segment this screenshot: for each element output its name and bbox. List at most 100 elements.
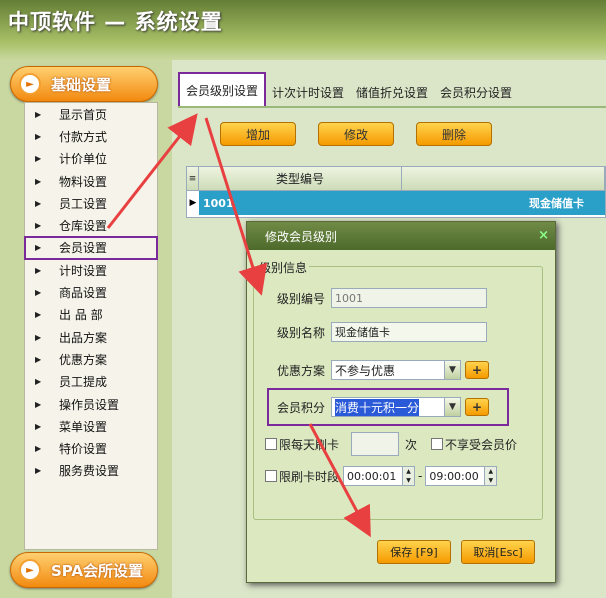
time-start-value: 00:00:01 — [347, 469, 397, 483]
menu-item[interactable]: ▶ 商品设置 — [25, 281, 157, 303]
arrow-right-icon: ▶ — [35, 176, 42, 186]
menu-item[interactable]: ▶ 操作员设置 — [25, 393, 157, 415]
save-button[interactable]: 保存 [F9] — [377, 540, 451, 564]
menu-item[interactable]: ▶ 会员设置 — [24, 235, 158, 261]
chevron-down-icon[interactable]: ▼ — [444, 398, 460, 416]
level-name-label: 级别名称 — [276, 325, 325, 340]
arrow-right-icon: ▶ — [35, 354, 42, 364]
arrow-right-icon: ▶ — [35, 154, 42, 164]
discount-value: 不参与优惠 — [335, 363, 396, 378]
menu-item-label: 员工提成 — [59, 375, 108, 390]
column-header-name[interactable] — [402, 167, 605, 190]
menu-item[interactable]: ▶ 员工提成 — [25, 371, 157, 393]
daily-limit-checkbox[interactable] — [265, 438, 277, 450]
menu-item-label: 物料设置 — [59, 174, 108, 189]
menu-item[interactable]: ▶ 显示首页 — [25, 103, 157, 125]
arrow-right-icon: ▶ — [35, 377, 42, 387]
menu-item-label: 员工设置 — [59, 196, 108, 211]
tab-member-level[interactable]: 会员级别设置 — [178, 72, 267, 106]
close-icon[interactable]: × — [538, 228, 549, 243]
level-table: ≡ 类型编号 ▶ 1001 现金储值卡 — [186, 166, 606, 218]
title-bar: 中顶软件 — 系统设置 — [0, 0, 606, 60]
menu-item[interactable]: ▶ 员工设置 — [25, 192, 157, 214]
time-limit-checkbox[interactable] — [265, 470, 277, 482]
level-code-label: 级别编号 — [276, 291, 325, 306]
basic-settings-button[interactable]: ► 基础设置 — [10, 66, 158, 102]
tab-bar: 会员级别设置 计次计时设置 储值折兑设置 会员积分设置 — [178, 72, 518, 106]
menu-item[interactable]: ▶ 优惠方案 — [25, 348, 157, 370]
daily-limit-unit: 次 — [405, 437, 418, 452]
table-header: ≡ 类型编号 — [187, 167, 605, 191]
chevron-down-icon[interactable]: ▼ — [444, 361, 460, 379]
tab-member-points[interactable]: 会员积分设置 — [434, 78, 518, 106]
column-header-code[interactable]: 类型编号 — [199, 167, 402, 190]
arrow-right-icon: ▶ — [35, 288, 42, 298]
menu-item[interactable]: ▶ 物料设置 — [25, 170, 157, 192]
cell-code: 1001 — [203, 196, 234, 210]
arrow-right-icon: ▶ — [35, 198, 42, 208]
arrow-right-icon: ▶ — [35, 421, 42, 431]
points-select[interactable]: 消费十元积一分 ▼ — [331, 397, 461, 417]
spa-settings-button[interactable]: ► SPA会所设置 — [10, 552, 158, 588]
menu-item[interactable]: ▶ 菜单设置 — [25, 415, 157, 437]
menu-item[interactable]: ▶ 特价设置 — [25, 437, 157, 459]
level-code-field[interactable]: 1001 — [331, 288, 487, 308]
spa-settings-label: SPA会所设置 — [51, 561, 144, 580]
daily-limit-label: 限每天刷卡 — [279, 437, 340, 452]
arrow-right-icon: ▶ — [35, 243, 42, 253]
discount-select[interactable]: 不参与优惠 ▼ — [331, 360, 461, 380]
menu-item[interactable]: ▶ 计价单位 — [25, 148, 157, 170]
menu-item-label: 出 品 部 — [59, 308, 103, 323]
menu-item[interactable]: ▶ 仓库设置 — [25, 214, 157, 236]
menu-item-label: 特价设置 — [59, 442, 108, 457]
edit-level-dialog: 修改会员级别 × 级别信息 级别编号 1001 级别名称 现金储值卡 优惠方案 … — [246, 221, 556, 583]
row-indicator-icon: ≡ — [187, 167, 199, 190]
delete-button[interactable]: 删除 — [416, 122, 492, 146]
settings-menu: ▶ 显示首页 ▶ 付款方式 ▶ 计价单位 ▶ 物料设置 ▶ 员工设置 ▶ 仓库设置 ▶ 会员设置 ▶ 计时设置… — [24, 102, 158, 550]
daily-limit-field[interactable] — [351, 432, 400, 456]
menu-item[interactable]: ▶ 付款方式 — [25, 125, 157, 147]
menu-item[interactable]: ▶ 出 品 部 — [25, 304, 157, 326]
menu-item-label: 计价单位 — [59, 152, 108, 167]
menu-item-label: 显示首页 — [59, 107, 108, 122]
menu-item[interactable]: ▶ 出品方案 — [25, 326, 157, 348]
menu-item-label: 会员设置 — [59, 241, 108, 256]
spinner-icon[interactable]: ▲ ▼ — [402, 467, 415, 485]
discount-label: 优惠方案 — [276, 363, 325, 378]
time-end-value: 09:00:00 — [429, 469, 479, 483]
arrow-right-icon: ▶ — [35, 109, 42, 119]
tab-count-timing[interactable]: 计次计时设置 — [266, 78, 350, 106]
menu-item[interactable]: ▶ 服务费设置 — [25, 460, 157, 482]
arrow-right-icon: ▶ — [35, 221, 42, 231]
menu-item-label: 菜单设置 — [59, 419, 108, 434]
level-name-field[interactable]: 现金储值卡 — [331, 322, 487, 342]
table-row[interactable]: ▶ 1001 现金储值卡 — [187, 191, 605, 215]
add-discount-button[interactable]: + — [465, 361, 489, 379]
points-value: 消费十元积一分 — [335, 398, 420, 416]
menu-item-label: 出品方案 — [59, 330, 108, 345]
play-icon: ► — [19, 73, 41, 95]
add-button[interactable]: 增加 — [220, 122, 296, 146]
tab-stored-value[interactable]: 储值折兑设置 — [350, 78, 434, 106]
edit-button[interactable]: 修改 — [318, 122, 394, 146]
menu-item-label: 仓库设置 — [59, 219, 108, 234]
menu-item-label: 优惠方案 — [59, 352, 108, 367]
sidebar: ► 基础设置 ▶ 显示首页 ▶ 付款方式 ▶ 计价单位 ▶ 物料设置 ▶ 员工设置 ▶ 仓库设置 ▶ 会员… — [0, 60, 172, 598]
time-start-field[interactable]: 00:00:01 ▲ ▼ — [343, 466, 416, 486]
spinner-icon[interactable]: ▲ ▼ — [484, 467, 497, 485]
menu-item-label: 操作员设置 — [59, 397, 120, 412]
time-separator: - — [418, 469, 423, 483]
add-points-button[interactable]: + — [465, 398, 489, 416]
menu-item-label: 付款方式 — [59, 129, 108, 144]
arrow-right-icon: ▶ — [35, 332, 42, 342]
menu-item[interactable]: ▶ 计时设置 — [25, 259, 157, 281]
no-member-price-checkbox[interactable] — [431, 438, 444, 450]
arrow-right-icon: ▶ — [35, 399, 42, 409]
time-end-field[interactable]: 09:00:00 ▲ ▼ — [425, 466, 498, 486]
points-label: 会员积分 — [276, 400, 325, 415]
menu-item-label: 服务费设置 — [59, 464, 120, 479]
cancel-button[interactable]: 取消[Esc] — [461, 540, 535, 564]
arrow-right-icon: ▶ — [35, 265, 42, 275]
play-icon: ► — [19, 559, 41, 581]
tab-divider — [178, 106, 606, 108]
